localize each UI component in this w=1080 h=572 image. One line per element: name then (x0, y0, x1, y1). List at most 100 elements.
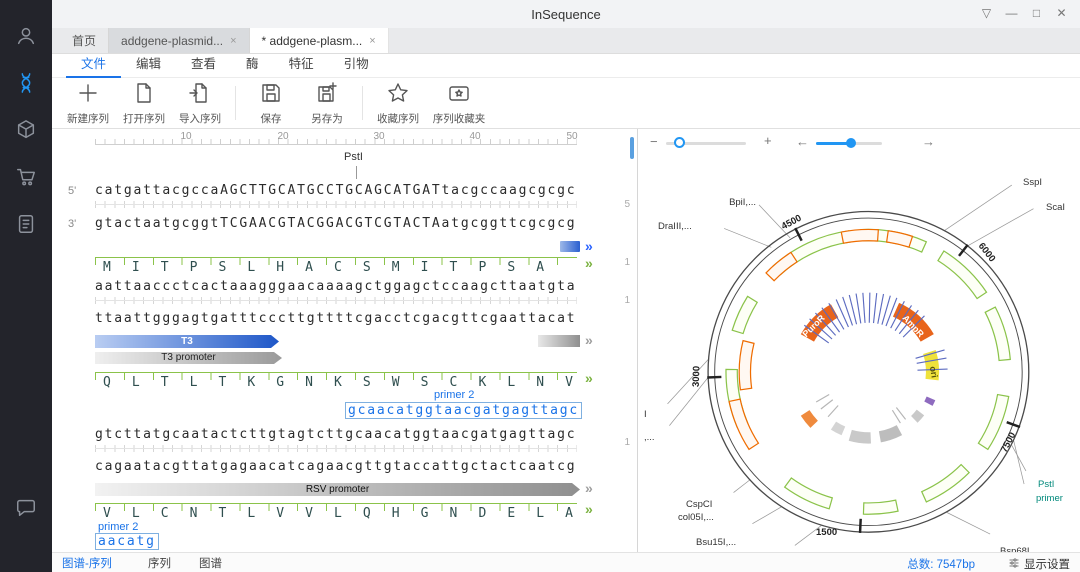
enzyme-label[interactable]: col05I,... (678, 512, 714, 523)
tab-document-1[interactable]: addgene-plasmid... × (109, 28, 250, 53)
position-ticks (95, 201, 577, 208)
restriction-site-tick (356, 166, 357, 179)
row-number: 5 (624, 199, 630, 210)
menu-file[interactable]: 文件 (66, 54, 122, 78)
translation-row[interactable]: V L C N T L V V L Q H G N D E L A (95, 503, 577, 521)
tab-document-2-active[interactable]: * addgene-plasm... × (249, 28, 389, 53)
import-sequence-button[interactable]: 导入序列 (172, 81, 228, 126)
enzyme-label[interactable]: BpiI,... (698, 197, 756, 208)
window-controls: ▽ — □ ✕ (974, 6, 1074, 20)
display-settings-button[interactable]: 显示设置 (1008, 556, 1070, 572)
maximize-icon[interactable]: □ (1024, 6, 1049, 20)
rotate-right-icon[interactable]: → (922, 135, 935, 149)
primer-label[interactable]: primer 2 (434, 389, 474, 401)
feature-bar-blue[interactable] (560, 241, 580, 252)
enzyme-label[interactable]: I (644, 409, 647, 420)
total-bp-readout: 总数: 7547bp (907, 559, 975, 571)
open-sequence-button[interactable]: 打开序列 (116, 81, 172, 126)
feature-label: RSV promoter (305, 484, 370, 495)
expand-chevron[interactable]: » (585, 371, 593, 385)
primer-sequence-box[interactable]: gcaacatggtaacgatgagttagc (345, 402, 583, 419)
strand-3-label: 3' (68, 218, 77, 230)
amino-acid-text: V L C N T L V V L Q H G N D E L A (103, 506, 575, 521)
restriction-site-label[interactable]: PstI (344, 151, 363, 163)
zoom-in-icon[interactable]: + (764, 134, 772, 148)
dna-sequence-icon[interactable] (14, 71, 38, 95)
user-icon[interactable] (14, 24, 38, 48)
enzyme-label[interactable]: DraIII,... (658, 221, 692, 232)
feature-arrow-t3-promoter[interactable]: T3 promoter (95, 352, 282, 364)
new-sequence-button[interactable]: 新建序列 (60, 81, 116, 126)
translation-row[interactable]: M I T P S L H A C S M I T P S A (95, 257, 577, 275)
expand-chevron[interactable]: » (585, 502, 593, 516)
sequence-line-bottom[interactable]: ttaattgggagtgatttcccttgttttcgacctcgacgtt… (95, 311, 576, 326)
feature-arrow-t3[interactable]: T3 (95, 335, 279, 348)
zoom-slider-thumb[interactable] (674, 137, 685, 148)
enzyme-label[interactable]: ScaI (1046, 202, 1065, 213)
pin-icon[interactable]: ▽ (974, 6, 999, 20)
tab-bar: 首页 addgene-plasmid... × * addgene-plasm.… (52, 28, 1080, 54)
position-ticks (95, 445, 577, 452)
expand-chevron[interactable]: » (585, 256, 593, 270)
amino-acid-text: M I T P S L H A C S M I T P S A (103, 260, 546, 275)
view-tab-sequence[interactable]: 序列 (148, 555, 171, 571)
feature-bar-gray[interactable] (538, 335, 580, 347)
menu-enzyme[interactable]: 酶 (231, 54, 274, 78)
save-as-button[interactable]: 另存为 (299, 81, 355, 126)
cart-icon[interactable] (14, 165, 38, 189)
view-tab-map[interactable]: 图谱 (199, 555, 222, 571)
star-icon (386, 81, 410, 110)
enzyme-label[interactable]: ,... (644, 432, 655, 443)
map-position: 1500 (816, 527, 838, 538)
chat-icon[interactable] (14, 496, 38, 520)
floppy-plus-icon (315, 81, 339, 110)
menu-view[interactable]: 查看 (176, 54, 231, 78)
feature-label-ori[interactable]: ori (928, 365, 940, 378)
translation-row[interactable]: Q L T L T K G N K S W S C K L N V (95, 372, 577, 390)
orders-icon[interactable] (14, 212, 38, 236)
status-bar: 图谱-序列 序列 图谱 总数: 7547bp 显示设置 (52, 552, 1080, 572)
close-icon[interactable]: ✕ (1049, 6, 1074, 20)
row-number: 1 (624, 437, 630, 448)
file-import-icon (188, 81, 212, 110)
primer-label[interactable]: primer 2 (98, 521, 138, 533)
primer-sequence-box[interactable]: aacatg (95, 533, 159, 550)
rotate-left-icon[interactable]: ← (796, 135, 809, 149)
feature-arrow-rsv-promoter[interactable]: RSV promoter (95, 483, 580, 496)
menu-feature[interactable]: 特征 (274, 54, 329, 78)
favorite-sequence-button[interactable]: 收藏序列 (370, 81, 426, 126)
row-number: 1 (624, 295, 630, 306)
tab-close-icon[interactable]: × (230, 35, 236, 47)
menu-primer[interactable]: 引物 (329, 54, 384, 78)
view-tab-map-sequence[interactable]: 图谱-序列 (62, 555, 112, 572)
plasmid-map[interactable] (638, 153, 1080, 552)
expand-chevron[interactable]: » (585, 239, 593, 253)
vertical-scrollbar[interactable] (630, 137, 634, 159)
sliders-icon (1008, 557, 1020, 572)
enzyme-label[interactable]: SspI (1023, 177, 1042, 188)
enzyme-label[interactable]: Bsu15I,... (696, 537, 736, 548)
tab-home[interactable]: 首页 (60, 28, 110, 53)
rotate-slider-thumb[interactable] (846, 138, 856, 148)
minimize-icon[interactable]: — (999, 6, 1024, 20)
save-button[interactable]: 保存 (243, 81, 299, 126)
tab-close-icon[interactable]: × (369, 35, 375, 47)
folder-star-icon (447, 81, 471, 110)
floppy-icon (259, 81, 283, 110)
primer-map-label[interactable]: primer (1036, 493, 1063, 504)
sequence-line-bottom[interactable]: gtactaatgcggtTCGAACGTACGGACGTCGTACTAatgc… (95, 216, 576, 231)
sequence-line-top[interactable]: catgattacgccaAGCTTGCATGCCTGCAGCATGATtacg… (95, 183, 576, 198)
zoom-out-icon[interactable]: − (650, 135, 658, 149)
menu-edit[interactable]: 编辑 (121, 54, 176, 78)
expand-chevron[interactable]: » (585, 333, 593, 347)
sequence-line-top[interactable]: gtcttatgcaatactcttgtagtcttgcaacatggtaacg… (95, 427, 576, 442)
sequence-favorites-button[interactable]: 序列收藏夹 (426, 81, 492, 126)
toolbar-separator (235, 86, 236, 120)
sequence-line-top[interactable]: aattaaccctcactaaagggaacaaaagctggagctccaa… (95, 279, 576, 294)
cube-icon[interactable] (14, 118, 38, 142)
expand-chevron[interactable]: » (585, 481, 593, 495)
sequence-panel: 10 20 30 40 50 PstI 5' catgattacgccaAGCT… (52, 129, 637, 552)
sequence-line-bottom[interactable]: cagaatacgttatgagaacatcagaacgttgtaccattgc… (95, 459, 576, 474)
enzyme-label[interactable]: CspCI (686, 499, 712, 510)
enzyme-label[interactable]: PstI (1038, 479, 1054, 490)
